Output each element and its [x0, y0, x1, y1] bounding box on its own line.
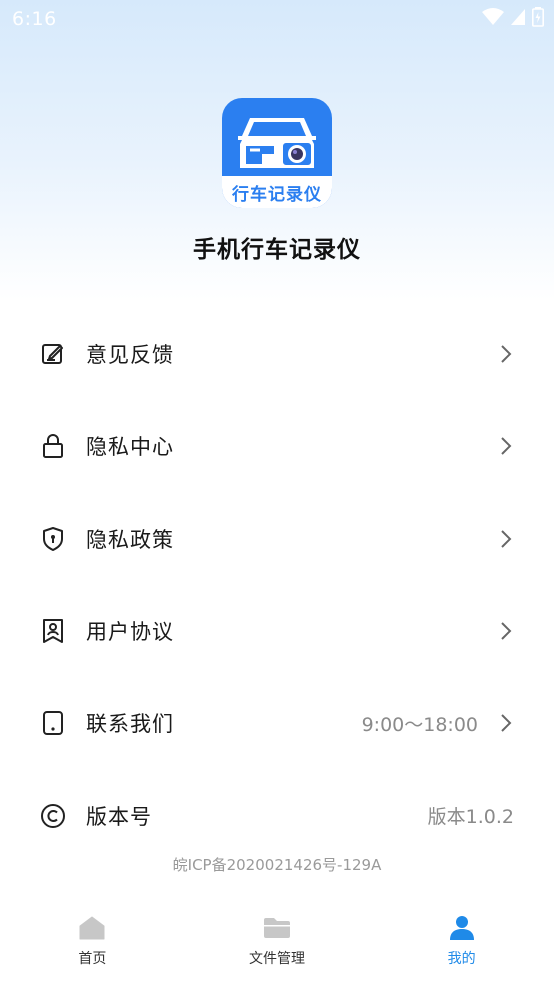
- tab-label: 文件管理: [249, 951, 305, 967]
- feedback-edit-icon: [40, 341, 66, 367]
- menu-item-privacy-policy[interactable]: 隐私政策: [0, 493, 554, 585]
- tab-file-manager[interactable]: 文件管理: [185, 904, 370, 984]
- chevron-right-icon: [500, 620, 514, 642]
- tab-mine[interactable]: 我的: [369, 904, 554, 984]
- app-name: 手机行车记录仪: [193, 237, 361, 263]
- user-agreement-icon: [40, 618, 66, 644]
- status-time: 6:16: [12, 8, 57, 30]
- logo-text: 行车记录仪: [232, 185, 322, 205]
- menu-item-label: 联系我们: [86, 712, 174, 737]
- tab-home[interactable]: 首页: [0, 904, 185, 984]
- status-bar: 6:16: [0, 0, 554, 38]
- app-logo: 行车记录仪: [222, 98, 332, 208]
- menu-item-label: 版本号: [86, 804, 152, 829]
- settings-menu: 意见反馈 隐私中心 隐私政策 用户协议 联系我们 9:00～18:00 版本号 …: [0, 308, 554, 862]
- tab-label: 我的: [447, 951, 476, 967]
- menu-item-privacy-center[interactable]: 隐私中心: [0, 400, 554, 492]
- menu-item-label: 隐私中心: [86, 435, 174, 460]
- person-icon: [448, 914, 476, 942]
- menu-item-contact-us[interactable]: 联系我们 9:00～18:00: [0, 677, 554, 769]
- icp-record: 皖ICP备2020021426号-129A: [172, 856, 382, 874]
- shield-icon: [40, 526, 66, 552]
- cell-signal-icon: [510, 8, 526, 30]
- bottom-tab-bar: 首页 文件管理 我的: [0, 904, 554, 984]
- chevron-right-icon: [500, 435, 514, 457]
- battery-icon: [532, 7, 544, 31]
- menu-item-version: 版本号 版本1.0.2: [0, 769, 554, 861]
- copyright-icon: [40, 803, 66, 829]
- car-camera-icon: [238, 118, 316, 168]
- menu-item-label: 用户协议: [86, 620, 174, 645]
- folder-icon: [263, 914, 291, 942]
- lock-icon: [40, 433, 66, 459]
- chevron-right-icon: [500, 528, 514, 550]
- service-hours: 9:00～18:00: [361, 713, 478, 736]
- chevron-right-icon: [500, 712, 514, 734]
- menu-item-feedback[interactable]: 意见反馈: [0, 308, 554, 400]
- menu-item-label: 意见反馈: [86, 343, 174, 368]
- menu-item-label: 隐私政策: [86, 527, 174, 552]
- wifi-icon: [482, 8, 504, 30]
- version-value: 版本1.0.2: [427, 806, 514, 829]
- home-icon: [78, 914, 106, 942]
- tab-label: 首页: [78, 951, 107, 967]
- status-icons: [482, 7, 544, 31]
- app-header: 行车记录仪 手机行车记录仪: [0, 98, 554, 264]
- chevron-right-icon: [500, 343, 514, 365]
- menu-item-user-agreement[interactable]: 用户协议: [0, 585, 554, 677]
- phone-icon: [40, 710, 66, 736]
